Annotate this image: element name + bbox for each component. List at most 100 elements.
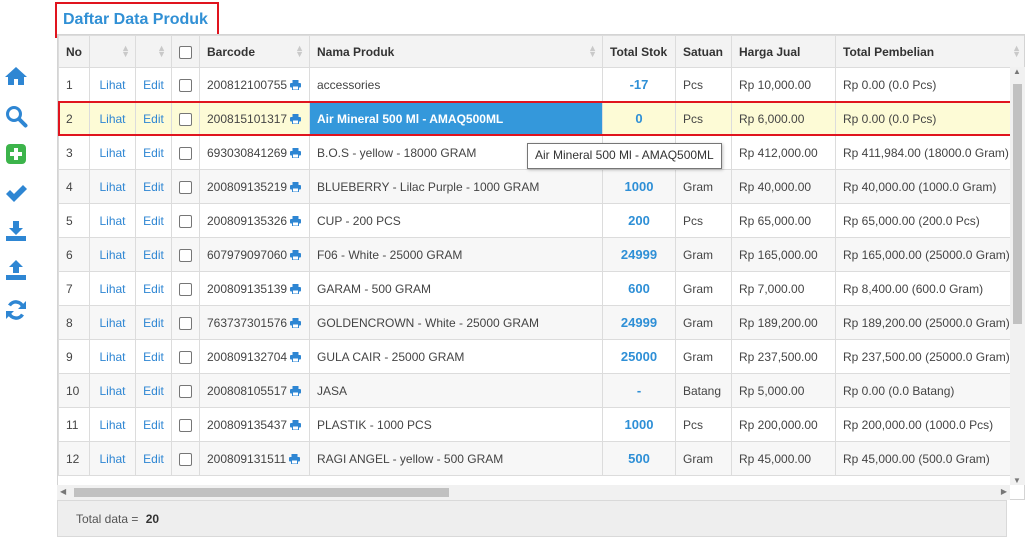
print-icon[interactable] xyxy=(290,249,302,262)
print-icon[interactable] xyxy=(290,215,302,228)
row-checkbox[interactable] xyxy=(179,78,192,92)
row-checkbox[interactable] xyxy=(179,248,192,262)
product-name[interactable]: BLUEBERRY - Lilac Purple - 1000 GRAM xyxy=(309,169,603,204)
row-checkbox[interactable] xyxy=(179,112,192,126)
search-icon[interactable] xyxy=(4,104,28,128)
print-icon[interactable] xyxy=(290,113,302,126)
select-all-checkbox[interactable] xyxy=(179,45,192,59)
product-name[interactable]: accessories xyxy=(309,67,603,102)
table-row[interactable]: 9 Lihat Edit 200809132704 GULA CAIR - 25000 … xyxy=(58,339,1024,374)
product-name[interactable]: GULA CAIR - 25000 GRAM xyxy=(309,339,603,374)
col-barcode[interactable]: Barcode ▲ ▼ xyxy=(199,35,310,68)
edit-link[interactable]: Edit xyxy=(143,452,164,466)
product-name[interactable]: GARAM - 500 GRAM xyxy=(309,271,603,306)
add-icon[interactable] xyxy=(4,142,28,166)
vertical-scrollbar[interactable]: ▲ ▼ xyxy=(1010,67,1025,485)
scroll-up-icon[interactable]: ▲ xyxy=(1013,67,1021,76)
print-icon[interactable] xyxy=(290,181,302,194)
row-checkbox[interactable] xyxy=(179,282,192,296)
print-icon[interactable] xyxy=(289,453,301,466)
row-checkbox[interactable] xyxy=(179,214,192,228)
product-name[interactable]: Air Mineral 500 Ml - AMAQ500ML xyxy=(309,101,603,136)
row-checkbox[interactable] xyxy=(179,316,192,330)
edit-link[interactable]: Edit xyxy=(143,418,164,432)
edit-link[interactable]: Edit xyxy=(143,78,164,92)
table-row[interactable]: 2 Lihat Edit 200815101317 Air Mineral 500 Ml… xyxy=(58,101,1024,136)
col-view[interactable]: ▲ ▼ xyxy=(89,35,136,68)
view-link[interactable]: Lihat xyxy=(99,316,125,330)
edit-link[interactable]: Edit xyxy=(143,350,164,364)
horizontal-scroll-thumb[interactable] xyxy=(74,488,449,497)
edit-link[interactable]: Edit xyxy=(143,146,164,160)
table-row[interactable]: 4 Lihat Edit 200809135219 BLUEBERRY - Lilac … xyxy=(58,169,1024,204)
col-unit[interactable]: Satuan xyxy=(675,35,732,68)
refresh-icon[interactable] xyxy=(4,298,28,322)
view-link[interactable]: Lihat xyxy=(99,350,125,364)
col-product-name[interactable]: Nama Produk ▲ ▼ xyxy=(309,35,603,68)
edit-link[interactable]: Edit xyxy=(143,112,164,126)
scroll-down-icon[interactable]: ▼ xyxy=(1013,476,1021,485)
product-name[interactable]: RAGI ANGEL - yellow - 500 GRAM xyxy=(309,441,603,476)
horizontal-scrollbar[interactable]: ◀ ▶ xyxy=(57,485,1010,500)
edit-link[interactable]: Edit xyxy=(143,214,164,228)
row-number: 7 xyxy=(58,271,90,306)
table-row[interactable]: 1 Lihat Edit 200812100755 accessories -17 Pcs R… xyxy=(58,67,1024,102)
table-row[interactable]: 6 Lihat Edit 607979097060 F06 - White - 2500… xyxy=(58,237,1024,272)
edit-link[interactable]: Edit xyxy=(143,248,164,262)
view-link[interactable]: Lihat xyxy=(99,452,125,466)
col-select[interactable] xyxy=(171,35,200,68)
view-link[interactable]: Lihat xyxy=(99,146,125,160)
edit-link[interactable]: Edit xyxy=(143,316,164,330)
print-icon[interactable] xyxy=(290,351,302,364)
print-icon[interactable] xyxy=(290,147,302,160)
print-icon[interactable] xyxy=(290,283,302,296)
product-name[interactable]: PLASTIK - 1000 PCS xyxy=(309,407,603,442)
table-row[interactable]: 12 Lihat Edit 200809131511 RAGI ANGEL - yell… xyxy=(58,441,1024,476)
edit-link[interactable]: Edit xyxy=(143,180,164,194)
scroll-right-icon[interactable]: ▶ xyxy=(1001,487,1007,496)
print-icon[interactable] xyxy=(290,419,302,432)
vertical-scroll-thumb[interactable] xyxy=(1013,84,1022,324)
col-price[interactable]: Harga Jual xyxy=(731,35,836,68)
view-link[interactable]: Lihat xyxy=(99,78,125,92)
view-link[interactable]: Lihat xyxy=(99,384,125,398)
row-checkbox[interactable] xyxy=(179,452,192,466)
download-icon[interactable] xyxy=(4,219,28,243)
view-link[interactable]: Lihat xyxy=(99,282,125,296)
product-name[interactable]: CUP - 200 PCS xyxy=(309,203,603,238)
product-name[interactable]: GOLDENCROWN - White - 25000 GRAM xyxy=(309,305,603,340)
table-row[interactable]: 5 Lihat Edit 200809135326 CUP - 200 PCS 200 Pc… xyxy=(58,203,1024,238)
home-icon[interactable] xyxy=(4,64,28,88)
table-row[interactable]: 7 Lihat Edit 200809135139 GARAM - 500 GRAM 60… xyxy=(58,271,1024,306)
col-total-stock[interactable]: Total Stok xyxy=(602,35,676,68)
view-link[interactable]: Lihat xyxy=(99,112,125,126)
table-row[interactable]: 11 Lihat Edit 200809135437 PLASTIK - 1000 PC… xyxy=(58,407,1024,442)
total-stock: 500 xyxy=(602,441,676,476)
col-no[interactable]: No xyxy=(58,35,90,68)
row-checkbox[interactable] xyxy=(179,418,192,432)
sort-icon: ▲ ▼ xyxy=(295,43,304,59)
upload-icon[interactable] xyxy=(4,258,28,282)
row-checkbox[interactable] xyxy=(179,384,192,398)
row-checkbox[interactable] xyxy=(179,180,192,194)
edit-link[interactable]: Edit xyxy=(143,282,164,296)
row-checkbox[interactable] xyxy=(179,350,192,364)
col-edit[interactable]: ▲ ▼ xyxy=(135,35,172,68)
view-link[interactable]: Lihat xyxy=(99,418,125,432)
print-icon[interactable] xyxy=(290,385,302,398)
table-row[interactable]: 10 Lihat Edit 200808105517 JASA - Batang Rp 5,0… xyxy=(58,373,1024,408)
edit-link[interactable]: Edit xyxy=(143,384,164,398)
check-icon[interactable] xyxy=(4,181,28,205)
product-name[interactable]: F06 - White - 25000 GRAM xyxy=(309,237,603,272)
table-row[interactable]: 8 Lihat Edit 763737301576 GOLDENCROWN - Whit… xyxy=(58,305,1024,340)
product-name[interactable]: JASA xyxy=(309,373,603,408)
row-checkbox[interactable] xyxy=(179,146,192,160)
view-link[interactable]: Lihat xyxy=(99,248,125,262)
sort-icon: ▲ ▼ xyxy=(588,43,597,59)
print-icon[interactable] xyxy=(290,317,302,330)
col-total-purchase[interactable]: Total Pembelian ▲ ▼ xyxy=(835,35,1024,68)
view-link[interactable]: Lihat xyxy=(99,214,125,228)
print-icon[interactable] xyxy=(290,79,302,92)
scroll-left-icon[interactable]: ◀ xyxy=(60,487,66,496)
view-link[interactable]: Lihat xyxy=(99,180,125,194)
